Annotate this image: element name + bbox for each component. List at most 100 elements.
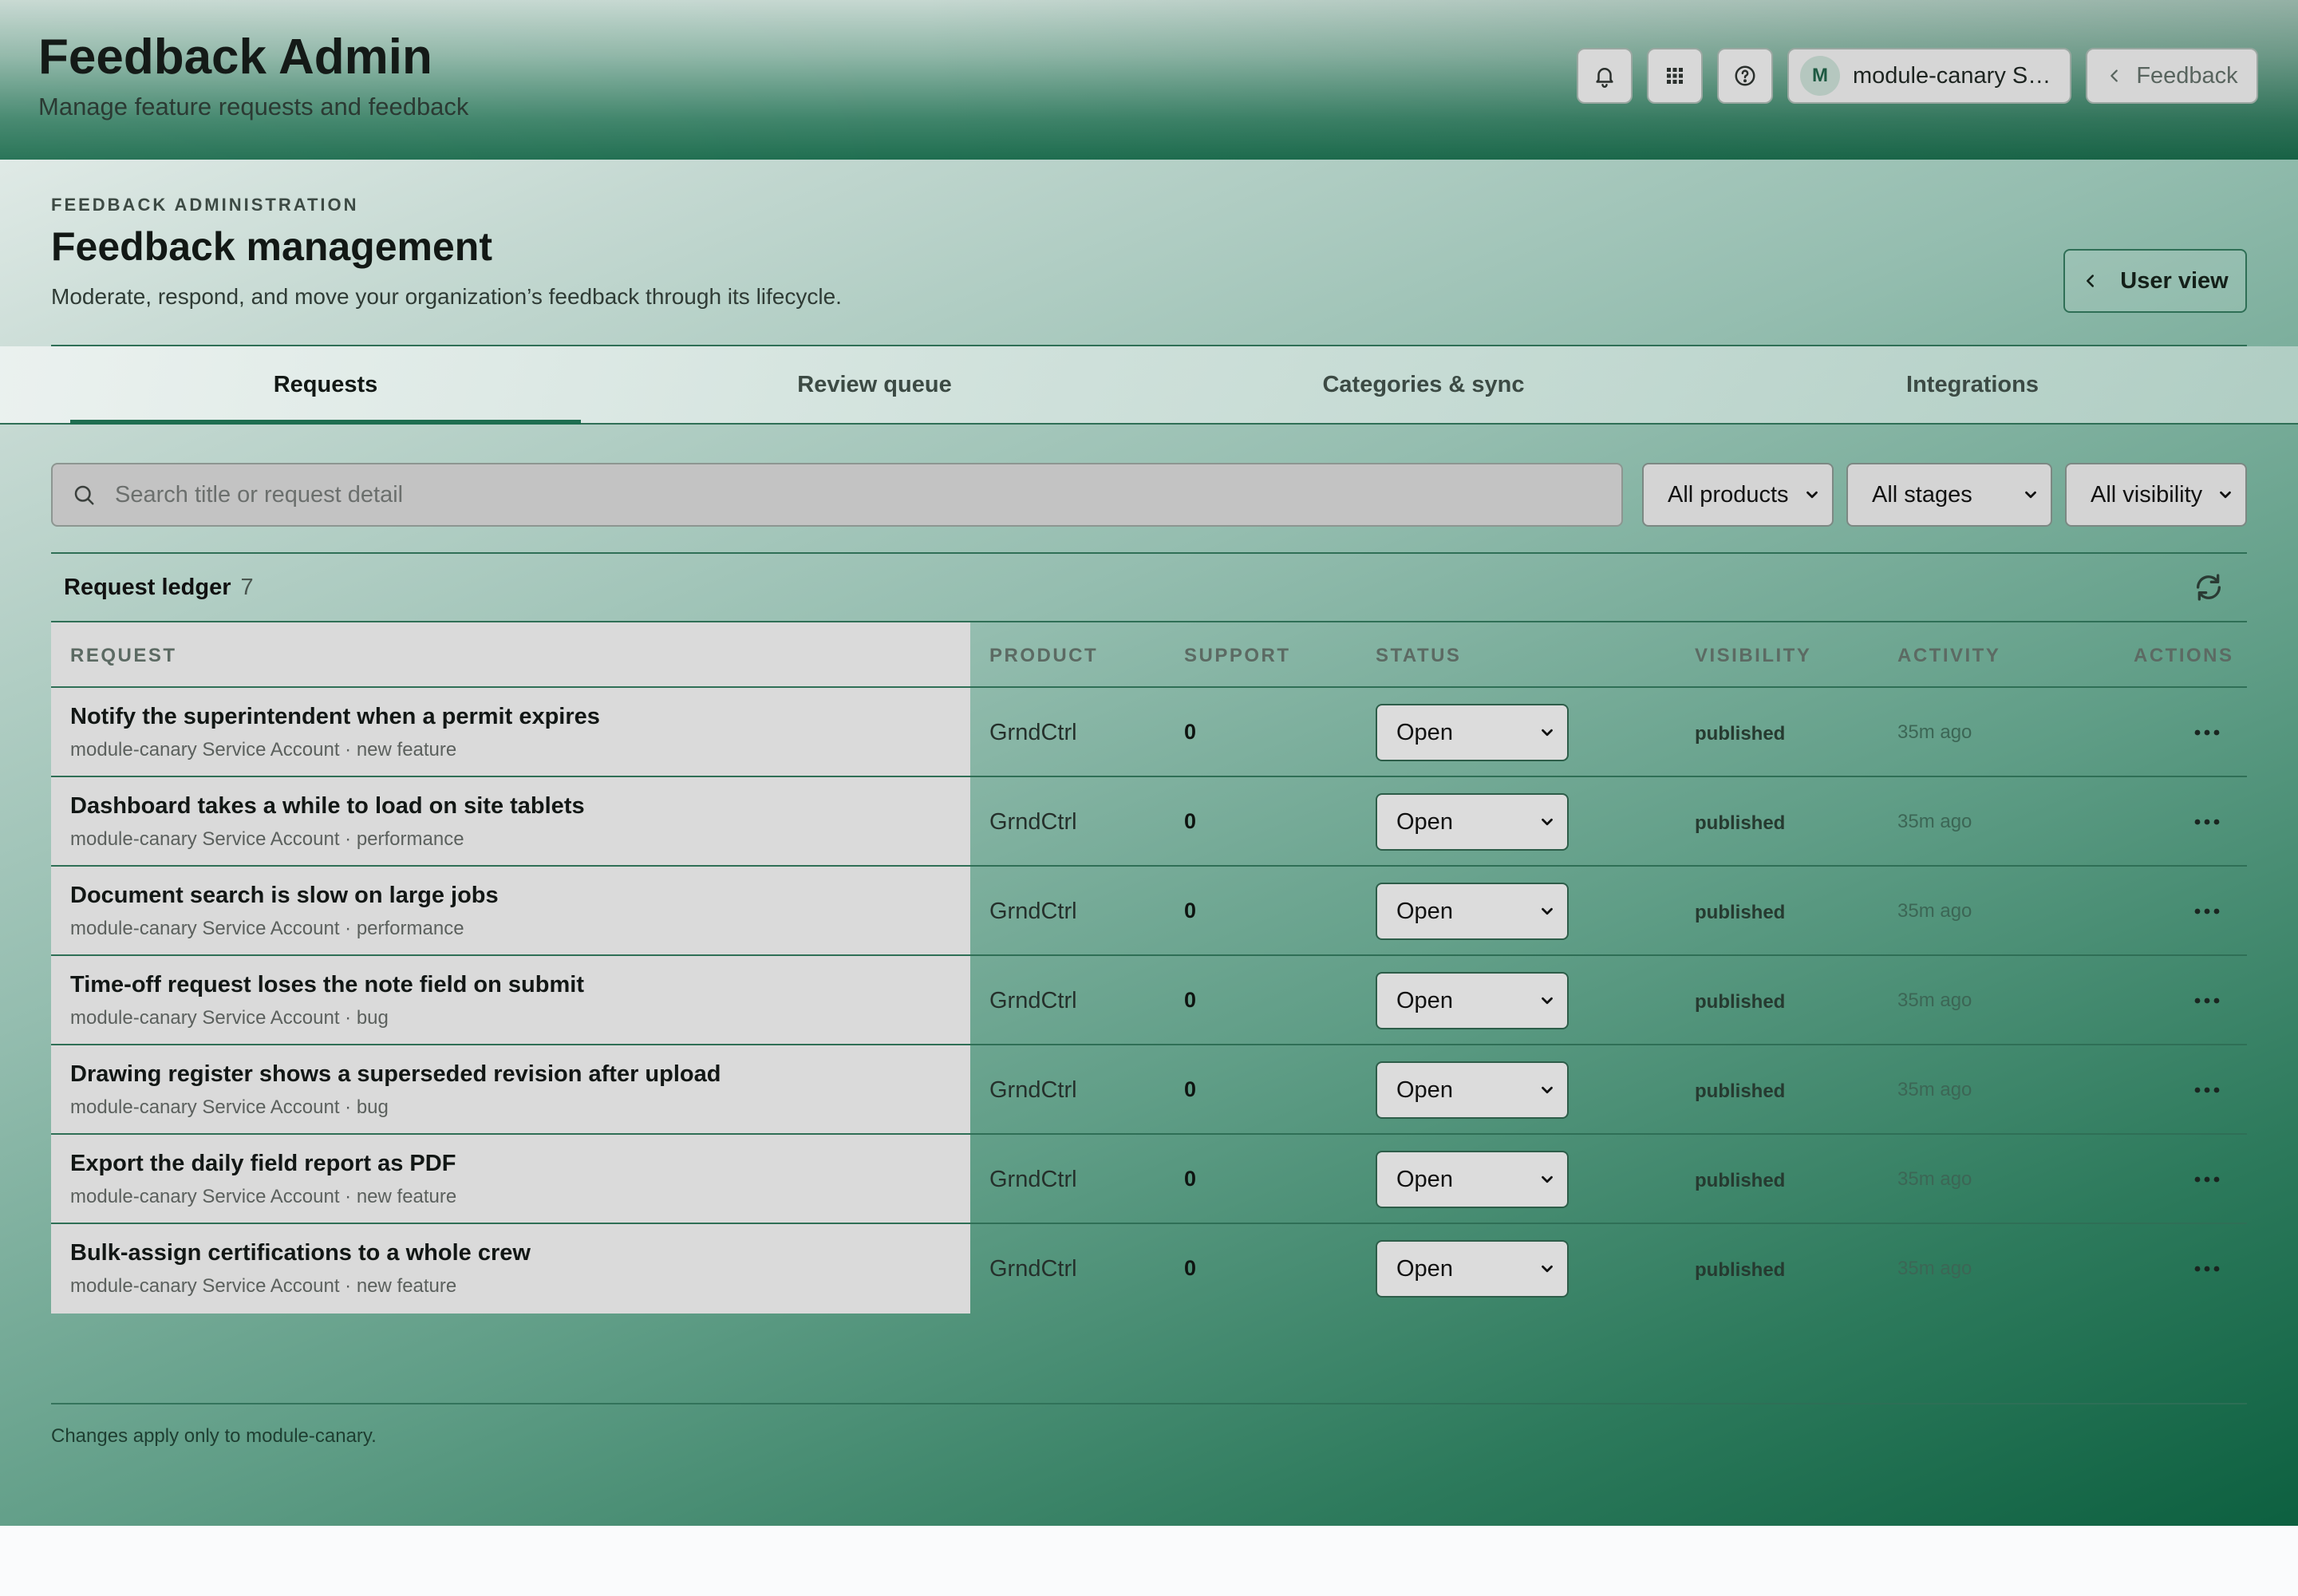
column-header-visibility: VISIBILITY	[1695, 645, 1812, 666]
tab-categories-sync[interactable]: Categories & sync	[1168, 346, 1679, 423]
footer-note: Changes apply only to module-canary.	[51, 1425, 377, 1447]
visibility-cell: published	[1695, 1259, 1786, 1281]
row-actions-button[interactable]	[2186, 1248, 2228, 1290]
visibility-cell: published	[1695, 902, 1786, 923]
table-row[interactable]: Drawing register shows a superseded revi…	[51, 1045, 2247, 1135]
notifications-button[interactable]	[1577, 48, 1633, 104]
status-select[interactable]: Open	[1376, 1240, 1569, 1298]
product-filter-select[interactable]: All products	[1642, 463, 1834, 527]
status-select[interactable]: Open	[1376, 793, 1569, 851]
visibility-cell: published	[1695, 991, 1786, 1013]
stage-filter-select[interactable]: All stages	[1846, 463, 2052, 527]
row-actions-button[interactable]	[2186, 712, 2228, 753]
chevron-down-icon	[1542, 1175, 1553, 1183]
product-cell: GrndCtrl	[989, 1077, 1077, 1103]
help-button[interactable]	[1717, 48, 1773, 104]
activity-cell: 35m ago	[1897, 900, 1972, 922]
chevron-down-icon	[1542, 729, 1553, 737]
ledger-top-divider	[51, 552, 2247, 554]
status-select[interactable]: Open	[1376, 972, 1569, 1029]
visibility-cell: published	[1695, 1080, 1786, 1102]
activity-cell: 35m ago	[1897, 1168, 1972, 1190]
request-meta: module-canary Service Account · new feat…	[70, 1186, 457, 1207]
user-view-button[interactable]: User view	[2063, 249, 2247, 313]
status-select[interactable]: Open	[1376, 1061, 1569, 1119]
tab-review-queue[interactable]: Review queue	[619, 346, 1130, 423]
support-count: 0	[1184, 1256, 1197, 1280]
product-cell: GrndCtrl	[989, 988, 1077, 1013]
search-input[interactable]: Search title or request detail	[51, 463, 1623, 527]
more-horizontal-icon	[2194, 998, 2220, 1004]
request-title[interactable]: Export the daily field report as PDF	[70, 1151, 456, 1177]
request-meta: module-canary Service Account · performa…	[70, 828, 464, 850]
request-title[interactable]: Notify the superintendent when a permit …	[70, 704, 600, 730]
table-row[interactable]: Notify the superintendent when a permit …	[51, 688, 2247, 777]
status-select[interactable]: Open	[1376, 1151, 1569, 1208]
status-select[interactable]: Open	[1376, 883, 1569, 940]
column-header-status: STATUS	[1376, 645, 1462, 666]
feedback-back-button[interactable]: Feedback	[2086, 48, 2258, 104]
product-cell: GrndCtrl	[989, 899, 1077, 924]
visibility-cell: published	[1695, 812, 1786, 834]
activity-cell: 35m ago	[1897, 1258, 1972, 1279]
row-actions-button[interactable]	[2186, 980, 2228, 1021]
visibility-filter-select[interactable]: All visibility	[2065, 463, 2247, 527]
status-value: Open	[1396, 987, 1453, 1013]
support-count: 0	[1184, 899, 1197, 922]
feedback-button-label: Feedback	[2136, 62, 2238, 89]
apps-grid-icon	[1667, 68, 1683, 84]
request-title[interactable]: Document search is slow on large jobs	[70, 883, 499, 909]
visibility-cell: published	[1695, 723, 1786, 745]
table-row[interactable]: Bulk-assign certifications to a whole cr…	[51, 1224, 2247, 1314]
ledger-title: Request ledger 7	[64, 575, 254, 601]
apps-button[interactable]	[1647, 48, 1703, 104]
help-icon	[1735, 65, 1755, 86]
page-title: Feedback management	[51, 224, 492, 269]
chevron-down-icon	[1806, 491, 1818, 499]
row-actions-button[interactable]	[2186, 1159, 2228, 1200]
request-title[interactable]: Drawing register shows a superseded revi…	[70, 1061, 721, 1088]
support-count: 0	[1184, 1077, 1197, 1101]
more-horizontal-icon	[2194, 908, 2220, 915]
row-actions-button[interactable]	[2186, 1069, 2228, 1111]
product-cell: GrndCtrl	[989, 1256, 1077, 1282]
visibility-filter-value: All visibility	[2091, 481, 2203, 508]
refresh-icon[interactable]	[2193, 571, 2225, 603]
account-button[interactable]: M module-canary S…	[1787, 48, 2071, 104]
request-title[interactable]: Dashboard takes a while to load on site …	[70, 793, 585, 820]
user-view-label: User view	[2120, 267, 2229, 294]
request-meta: module-canary Service Account · bug	[70, 1096, 389, 1118]
request-title[interactable]: Time-off request loses the note field on…	[70, 972, 584, 998]
footer-divider	[51, 1403, 2247, 1404]
section-eyebrow: FEEDBACK ADMINISTRATION	[51, 195, 359, 215]
chevron-down-icon	[1542, 907, 1553, 915]
tab-integrations[interactable]: Integrations	[1717, 346, 2228, 423]
row-actions-button[interactable]	[2186, 801, 2228, 843]
row-actions-button[interactable]	[2186, 891, 2228, 932]
table-row[interactable]: Export the daily field report as PDF mod…	[51, 1135, 2247, 1224]
request-meta: module-canary Service Account · performa…	[70, 918, 464, 939]
search-icon	[74, 485, 94, 505]
status-select[interactable]: Open	[1376, 704, 1569, 761]
page-description: Moderate, respond, and move your organiz…	[51, 284, 842, 309]
request-title[interactable]: Bulk-assign certifications to a whole cr…	[70, 1240, 531, 1266]
status-value: Open	[1396, 1077, 1453, 1103]
support-count: 0	[1184, 720, 1197, 744]
activity-cell: 35m ago	[1897, 990, 1972, 1011]
table-row[interactable]: Document search is slow on large jobs mo…	[51, 867, 2247, 956]
column-header-actions: ACTIONS	[2134, 645, 2234, 666]
table-row[interactable]: Dashboard takes a while to load on site …	[51, 777, 2247, 867]
table-row[interactable]: Time-off request loses the note field on…	[51, 956, 2247, 1045]
app-subtitle: Manage feature requests and feedback	[38, 93, 469, 120]
search-placeholder: Search title or request detail	[115, 481, 404, 508]
request-meta: module-canary Service Account · new feat…	[70, 1275, 457, 1297]
product-cell: GrndCtrl	[989, 720, 1077, 745]
ledger-count: 7	[240, 575, 254, 600]
tab-requests[interactable]: Requests	[70, 346, 581, 425]
chevron-down-icon	[1542, 818, 1553, 826]
more-horizontal-icon	[2194, 819, 2220, 825]
chevron-down-icon	[1542, 997, 1553, 1005]
chevron-down-icon	[2025, 491, 2036, 499]
column-header-request: REQUEST	[70, 645, 177, 666]
column-header-support: SUPPORT	[1184, 645, 1291, 666]
